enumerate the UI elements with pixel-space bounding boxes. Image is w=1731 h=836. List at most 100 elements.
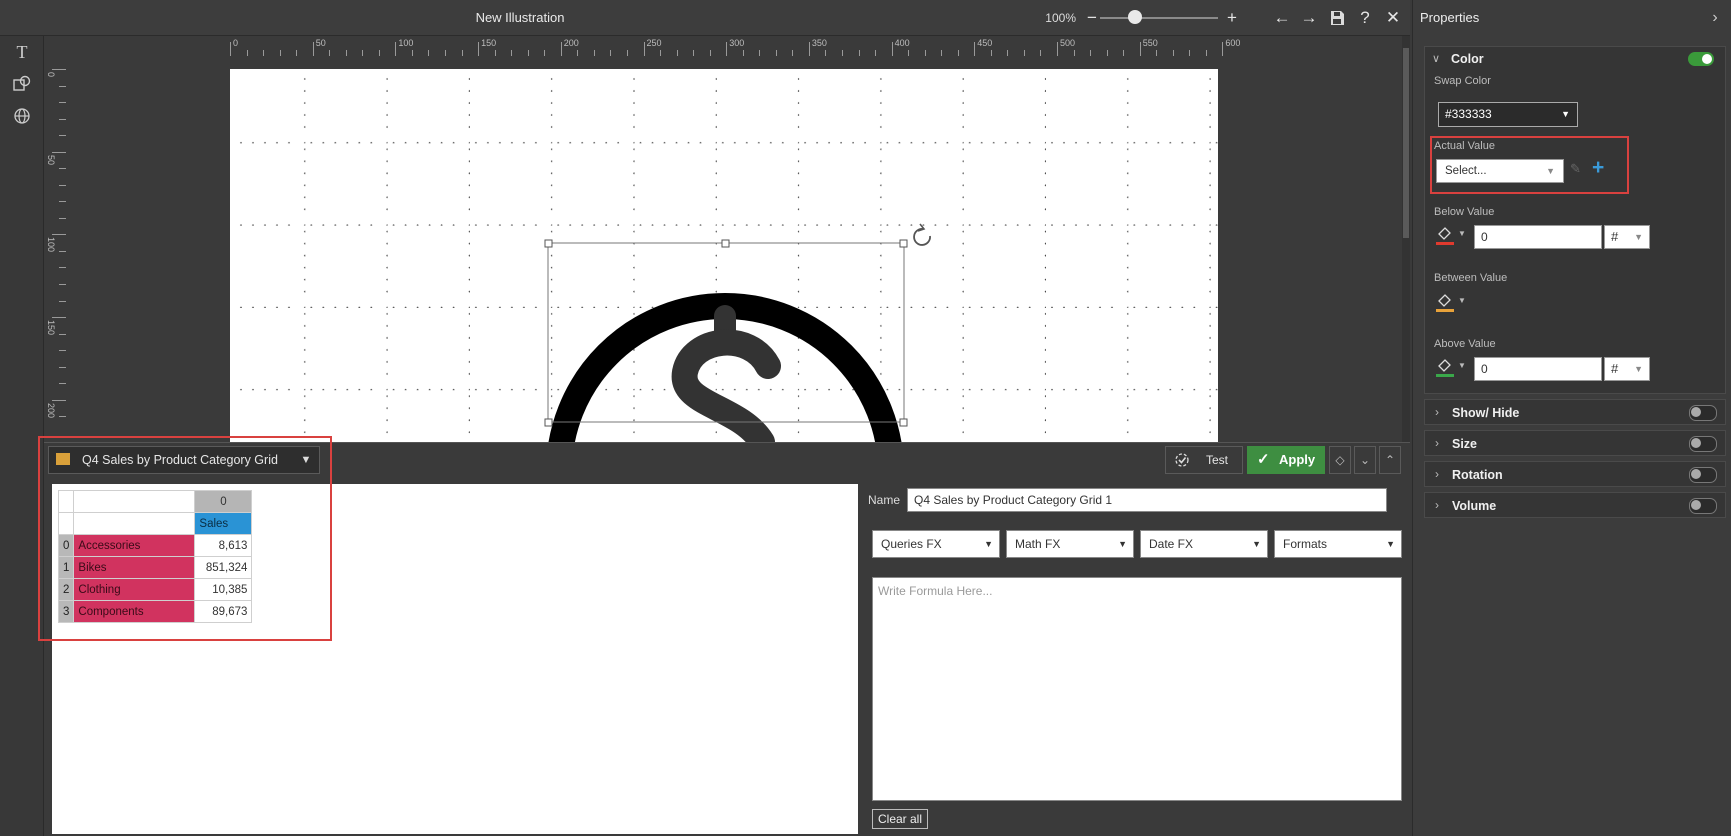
ruler-tick [891, 42, 893, 56]
test-icon [1175, 453, 1189, 467]
highlight-box-data-source [38, 436, 332, 641]
volume-section[interactable]: › Volume [1424, 492, 1726, 518]
rotation-toggle[interactable] [1689, 467, 1717, 483]
fill-color-icon[interactable] [1436, 292, 1454, 312]
name-label: Name [868, 493, 901, 507]
ruler-label: 350 [811, 38, 827, 48]
fill-color-icon[interactable] [1436, 225, 1454, 245]
check-icon: ✓ [1257, 451, 1270, 468]
ruler-tick [52, 151, 66, 153]
undo-arrow-icon[interactable]: ← [1270, 6, 1294, 30]
expand-up-icon[interactable]: ⌃ [1379, 446, 1401, 474]
fill-color-icon[interactable] [1436, 357, 1454, 377]
ruler-tick [59, 85, 66, 87]
zoom-slider-thumb[interactable] [1128, 10, 1142, 24]
color-toggle[interactable] [1688, 52, 1714, 66]
edit-pencil-icon: ✎ [1570, 161, 1581, 176]
ruler-tick [59, 350, 66, 352]
apply-button[interactable]: ✓ Apply [1247, 446, 1325, 474]
ruler-tick [59, 250, 66, 252]
ruler-label: 100 [46, 237, 56, 253]
ruler-tick [1057, 42, 1058, 56]
zoom-in-button[interactable]: + [1220, 6, 1244, 30]
rotation-header: Rotation [1452, 468, 1503, 482]
show-hide-section[interactable]: › Show/ Hide [1424, 399, 1726, 425]
redo-arrow-icon[interactable]: → [1297, 6, 1321, 30]
above-value-label: Above Value [1434, 338, 1496, 350]
ruler-label: 300 [729, 38, 745, 48]
clear-all-button[interactable]: Clear all [872, 809, 928, 829]
collapse-down-icon[interactable]: ⌄ [1354, 446, 1376, 474]
ruler-label: 200 [46, 402, 56, 418]
below-value-label: Below Value [1434, 206, 1495, 218]
scrollbar-thumb[interactable] [1403, 48, 1409, 238]
help-button[interactable]: ? [1353, 6, 1377, 30]
size-section[interactable]: › Size [1424, 430, 1726, 456]
ruler-tick [52, 399, 66, 401]
size-toggle[interactable] [1689, 436, 1717, 452]
chevron-down-icon[interactable]: ∨ [1432, 52, 1440, 65]
volume-header: Volume [1452, 499, 1497, 513]
ruler-label: 500 [1060, 38, 1076, 48]
date-fx-dropdown[interactable]: Date FX ▼ [1140, 530, 1268, 558]
math-fx-dropdown[interactable]: Math FX ▼ [1006, 530, 1134, 558]
show-hide-toggle[interactable] [1689, 405, 1717, 421]
ruler-tick [52, 317, 66, 319]
ruler-tick [59, 366, 66, 368]
chevron-right-icon: › [1435, 436, 1439, 450]
text-tool-icon[interactable]: T [8, 38, 36, 66]
zoom-slider-track[interactable] [1100, 17, 1218, 19]
ruler-tick [808, 42, 810, 56]
ruler-tick [1139, 42, 1141, 56]
add-plus-icon[interactable]: + [1592, 156, 1604, 180]
chevron-down-icon[interactable]: ▼ [1458, 361, 1466, 370]
volume-toggle[interactable] [1689, 498, 1717, 514]
chevron-down-icon[interactable]: ▼ [1458, 229, 1466, 238]
ruler-tick [59, 416, 66, 418]
color-section-header[interactable]: Color [1451, 52, 1484, 66]
ruler-tick [974, 42, 976, 56]
ruler-tick [726, 42, 728, 56]
ruler-tick [59, 118, 66, 120]
diamond-icon[interactable]: ◇ [1329, 446, 1351, 474]
shapes-tool-icon[interactable] [8, 70, 36, 98]
test-button[interactable]: Test [1165, 446, 1243, 474]
ruler-label: 450 [977, 38, 993, 48]
ruler-tick [478, 42, 480, 56]
chevron-right-icon: › [1435, 405, 1439, 419]
ruler-label: 200 [563, 38, 579, 48]
illustration-canvas[interactable] [230, 69, 1218, 442]
globe-icon[interactable] [8, 102, 36, 130]
chevron-right-icon: › [1435, 498, 1439, 512]
ruler-label: 150 [481, 38, 497, 48]
ruler-tick [59, 168, 66, 170]
ruler-tick [59, 300, 66, 302]
ruler-label: 50 [46, 154, 56, 165]
ruler-tick [230, 42, 231, 56]
name-field[interactable]: Q4 Sales by Product Category Grid 1 [907, 488, 1387, 512]
actual-value-dropdown[interactable]: Select... ▼ [1436, 159, 1564, 183]
ruler-tick [59, 135, 66, 137]
rotation-section[interactable]: › Rotation [1424, 461, 1726, 487]
queries-fx-dropdown[interactable]: Queries FX ▼ [872, 530, 1000, 558]
below-format-dropdown[interactable]: # ▼ [1604, 225, 1650, 249]
zoom-level-label: 100% [1045, 11, 1076, 25]
chevron-right-icon[interactable]: › [1704, 6, 1726, 30]
chevron-right-icon: › [1435, 467, 1439, 481]
formats-dropdown[interactable]: Formats ▼ [1274, 530, 1402, 558]
close-button[interactable]: ✕ [1381, 6, 1405, 30]
below-value-field[interactable]: 0 [1474, 225, 1602, 249]
properties-title: Properties [1420, 10, 1480, 25]
save-icon[interactable] [1325, 6, 1349, 30]
above-value-field[interactable]: 0 [1474, 357, 1602, 381]
ruler-label: 150 [46, 320, 56, 336]
ruler-label: 0 [233, 38, 239, 48]
formula-editor[interactable]: Write Formula Here... [872, 577, 1402, 801]
swap-color-dropdown[interactable]: #333333 ▼ [1438, 102, 1578, 127]
ruler-tick [59, 333, 66, 335]
ruler-tick [560, 42, 562, 56]
canvas-graphic [230, 69, 1218, 442]
above-format-dropdown[interactable]: # ▼ [1604, 357, 1650, 381]
chevron-down-icon[interactable]: ▼ [1458, 296, 1466, 305]
ruler-tick [52, 69, 66, 70]
